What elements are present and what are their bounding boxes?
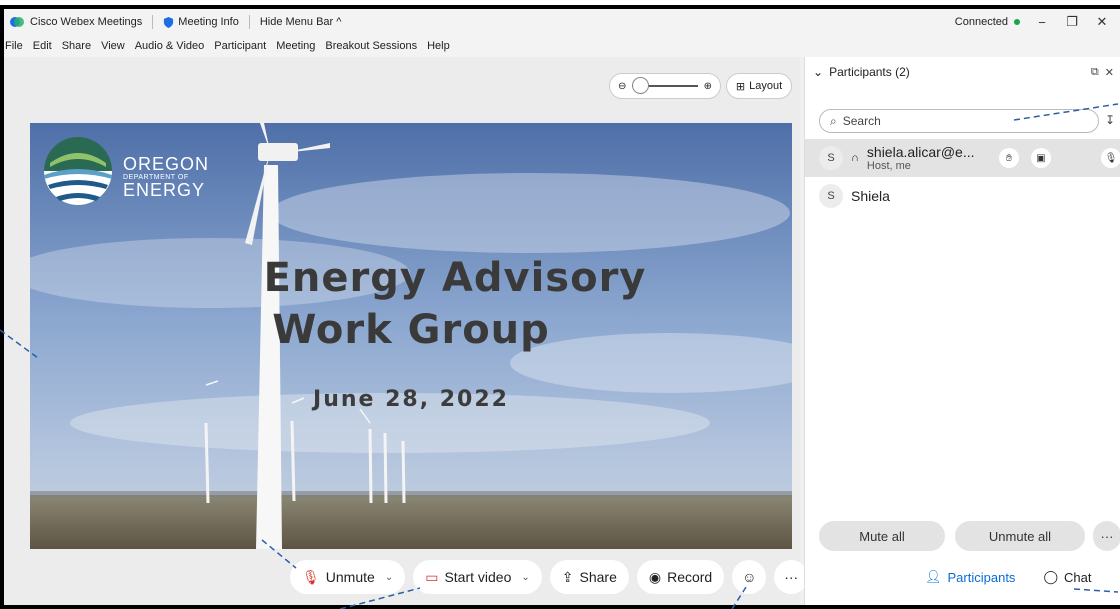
close-icon[interactable]: ✕ (1094, 14, 1110, 30)
logo-line1: OREGON (123, 154, 210, 174)
panel-tabs: 👤︎ Participants ◯ Chat ··· (915, 560, 1120, 594)
layout-label: Layout (749, 80, 783, 92)
mic-muted-icon[interactable]: 🎙︎ (1101, 148, 1120, 168)
video-status-icon[interactable]: ▣ (1031, 148, 1051, 168)
oregon-energy-logo: OREGON DEPARTMENT OF ENERGY (123, 155, 209, 199)
more-icon: ··· (784, 569, 799, 585)
chevron-down-icon[interactable]: ⌄ (521, 572, 529, 583)
connection-status: Connected (955, 16, 1020, 28)
separator (152, 15, 154, 29)
popout-icon[interactable]: ⧉ (1091, 66, 1099, 79)
unmute-label: Unmute (325, 569, 375, 585)
participant-row[interactable]: S Shiela (805, 177, 1120, 215)
shared-slide: OREGON DEPARTMENT OF ENERGY Energy Advis… (30, 123, 792, 549)
slide-date: June 28, 2022 (313, 387, 509, 412)
sort-icon[interactable]: ↧ (1105, 113, 1115, 127)
app-name: Cisco Webex Meetings (30, 16, 143, 28)
close-panel-icon[interactable]: ✕ (1105, 66, 1114, 79)
mic-muted-icon: 🎙︎ (302, 568, 320, 585)
start-video-button[interactable]: ▭ Start video ⌄ (413, 560, 542, 594)
share-button[interactable]: ⇪ Share (549, 560, 629, 594)
record-button[interactable]: ◉ Record (636, 560, 725, 594)
slide-title-line2: Work Group (272, 307, 550, 353)
webex-window: Cisco Webex Meetings Meeting Info Hide M… (4, 9, 1120, 605)
unmute-all-label: Unmute all (988, 528, 1052, 544)
reactions-button[interactable]: ☺ (732, 560, 767, 594)
tabs-more-button[interactable]: ··· (1109, 561, 1120, 593)
collapse-chevron-icon[interactable]: ⌄ (813, 65, 823, 79)
shield-icon (164, 16, 174, 28)
menu-edit[interactable]: Edit (33, 40, 52, 52)
unmute-all-button[interactable]: Unmute all (955, 521, 1085, 551)
participant-row[interactable]: S ∩ shiela.alicar@e... Host, me ✋︎ ▣ 🎙︎ (805, 139, 1120, 177)
menu-file[interactable]: File (5, 40, 23, 52)
unmute-button[interactable]: 🎙︎ Unmute ⌄ (290, 560, 406, 594)
slide-title-line1: Energy Advisory (263, 255, 647, 301)
video-off-icon: ▭ (425, 568, 439, 585)
raise-hand-icon[interactable]: ✋︎ (999, 148, 1019, 168)
connected-dot-icon (1014, 19, 1020, 25)
share-label: Share (579, 569, 617, 585)
menu-participant[interactable]: Participant (214, 40, 266, 52)
headset-icon: ∩ (851, 152, 859, 164)
chevron-down-icon[interactable]: ⌄ (385, 572, 393, 583)
start-video-label: Start video (444, 569, 512, 585)
menu-bar: File Edit Share View Audio & Video Parti… (4, 35, 1120, 57)
meeting-info-button[interactable]: Meeting Info (163, 16, 239, 28)
record-label: Record (667, 569, 713, 585)
title-bar: Cisco Webex Meetings Meeting Info Hide M… (4, 9, 1120, 35)
participant-search-input[interactable]: ⌕ Search (819, 109, 1099, 133)
logo-line3: ENERGY (123, 180, 206, 200)
zoom-control[interactable]: ⊖ ⊕ (609, 73, 721, 99)
layout-button[interactable]: ⊞ Layout (726, 73, 792, 99)
menu-share[interactable]: Share (62, 40, 91, 52)
zoom-slider-knob[interactable] (632, 77, 650, 94)
zoom-slider[interactable] (632, 77, 698, 94)
participants-title: Participants (2) (829, 65, 910, 79)
record-icon: ◉ (648, 568, 662, 585)
hide-menu-bar-button[interactable]: Hide Menu Bar ^ (260, 16, 342, 28)
layout-grid-icon: ⊞ (735, 80, 746, 93)
chat-icon: ◯ (1043, 569, 1058, 584)
tab-participants[interactable]: 👤︎ Participants (915, 561, 1026, 593)
connection-status-label: Connected (954, 16, 1008, 28)
participant-name: shiela.alicar@e... (866, 144, 975, 160)
separator (248, 15, 250, 29)
avatar: S (819, 146, 843, 170)
minimize-icon[interactable]: − (1034, 15, 1050, 30)
mute-all-label: Mute all (859, 528, 905, 544)
menu-view[interactable]: View (101, 40, 125, 52)
avatar: S (819, 184, 843, 208)
meeting-info-label: Meeting Info (178, 16, 239, 28)
menu-audio-video[interactable]: Audio & Video (135, 40, 205, 52)
share-icon: ⇪ (561, 568, 574, 585)
menu-breakout-sessions[interactable]: Breakout Sessions (325, 40, 417, 52)
webex-logo-icon (10, 17, 24, 27)
menu-meeting[interactable]: Meeting (276, 40, 315, 52)
menu-help[interactable]: Help (427, 40, 450, 52)
avatar-initial: S (827, 152, 835, 164)
participants-panel: ⌄ Participants (2) ⧉ ✕ ⌕ Search ↧ S ∩ sh… (804, 57, 1120, 605)
participants-more-button[interactable]: ··· (1093, 521, 1120, 551)
smiley-icon: ☺ (742, 569, 757, 585)
avatar-initial: S (827, 190, 835, 202)
content-stage: ⊖ ⊕ ⊞ Layout OREGON DEPARTMENT OF ENERGY… (4, 57, 800, 605)
search-placeholder: Search (842, 114, 881, 128)
participant-name: Shiela (851, 188, 890, 204)
more-icon: ··· (1100, 528, 1114, 544)
zoom-out-icon[interactable]: ⊖ (618, 81, 626, 92)
mute-all-button[interactable]: Mute all (819, 521, 945, 551)
participant-role: Host, me (866, 160, 911, 172)
zoom-in-icon[interactable]: ⊕ (704, 81, 712, 92)
tab-participants-label: Participants (947, 569, 1016, 585)
tab-chat-label: Chat (1064, 569, 1092, 585)
search-icon: ⌕ (830, 113, 837, 128)
restore-icon[interactable]: ❐ (1064, 14, 1080, 30)
participants-header: ⌄ Participants (2) ⧉ ✕ (805, 57, 1120, 87)
tab-chat[interactable]: ◯ Chat (1033, 561, 1102, 593)
meeting-controls: 🎙︎ Unmute ⌄ ▭ Start video ⌄ ⇪ Share ◉ Re… (290, 559, 853, 595)
participants-icon: 👤︎ (925, 569, 942, 584)
